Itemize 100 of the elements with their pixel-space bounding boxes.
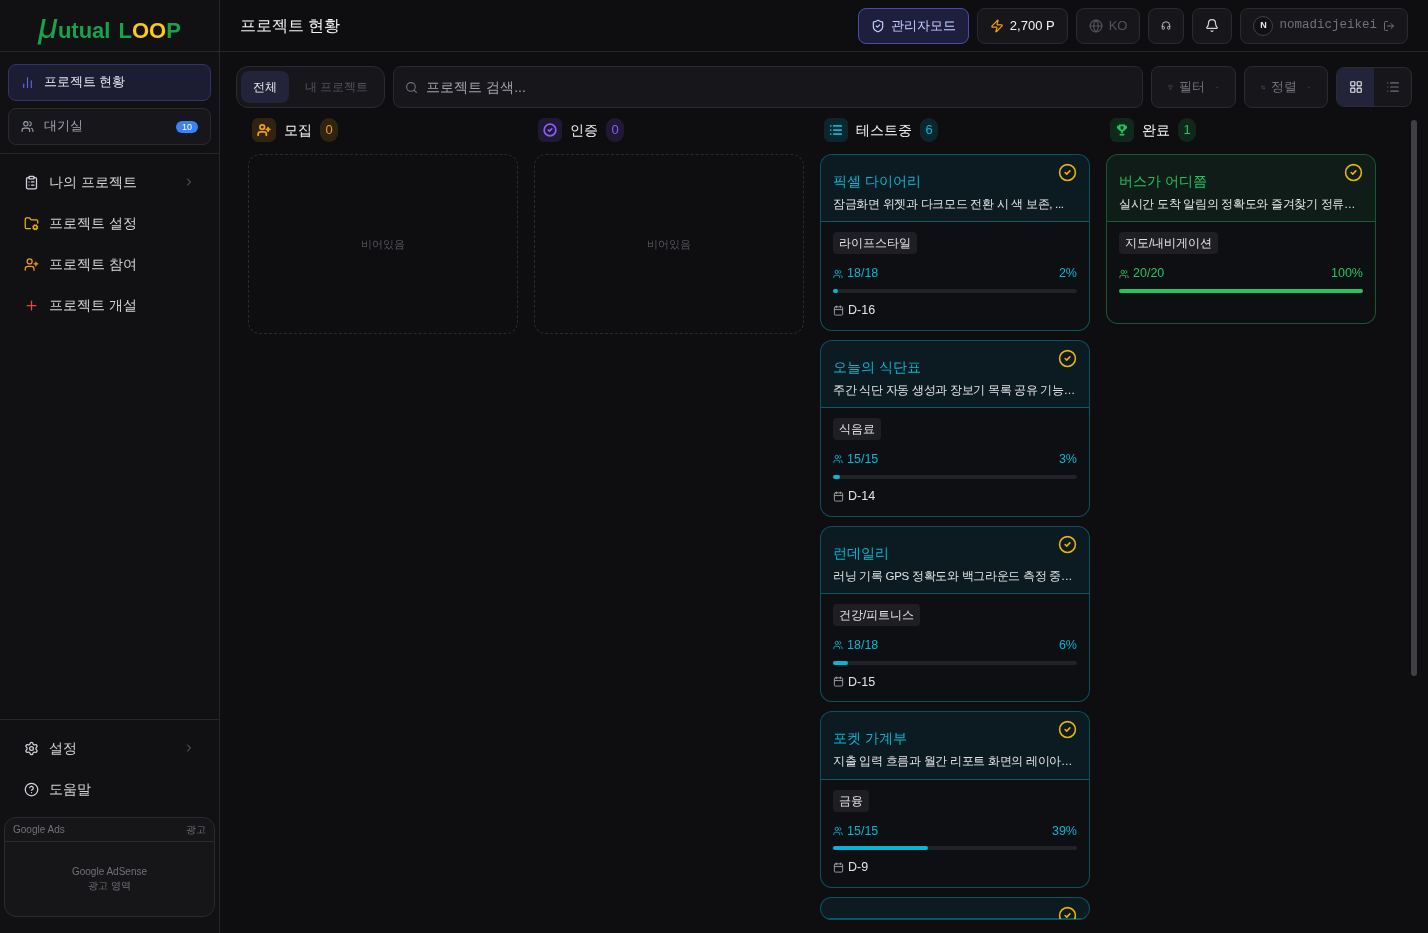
column-title: 모집 bbox=[284, 120, 312, 140]
bell-icon bbox=[1205, 18, 1220, 33]
project-card[interactable]: 버스가 어디쯤 실시간 도착 알림의 정확도와 즐겨찾기 정류… 지도/내비게이션 20/20 100% bbox=[1106, 154, 1376, 324]
user-plus-icon bbox=[24, 256, 39, 272]
sidebar-item[interactable]: 프로젝트 개설 bbox=[8, 285, 211, 325]
calendar-icon bbox=[833, 304, 844, 316]
calendar-icon bbox=[833, 676, 844, 688]
sidebar-item[interactable]: 프로젝트 설정 bbox=[8, 203, 211, 243]
deadline: D-16 bbox=[848, 302, 876, 319]
sidebar-tab[interactable]: 대기실 10 bbox=[8, 108, 211, 145]
card-description: 지출 입력 흐름과 월간 리포트 화면의 레이아… bbox=[833, 754, 1074, 770]
project-card[interactable]: 포켓 가계부 지출 입력 흐름과 월간 리포트 화면의 레이아… 금융 15/15 39% D-9 bbox=[820, 711, 1090, 888]
lightning-icon bbox=[989, 18, 1004, 33]
category-tag: 지도/내비게이션 bbox=[1119, 232, 1219, 255]
grid-view-button[interactable] bbox=[1337, 68, 1374, 106]
users-icon bbox=[833, 825, 843, 836]
card-description: 잠금화면 위젯과 다크모드 전환 시 색 보존, ... bbox=[833, 197, 1065, 212]
sidebar-item[interactable]: 설정 bbox=[8, 728, 211, 768]
user-menu[interactable]: N nomadicjeikei bbox=[1240, 7, 1408, 44]
count-badge: 0 bbox=[606, 118, 624, 142]
progress-percent: 3% bbox=[1058, 451, 1077, 468]
user-name: nomadicjeikei bbox=[1279, 17, 1377, 35]
sidebar-label: 프로젝트 설정 bbox=[49, 213, 138, 233]
category-tag: 건강/피트니스 bbox=[833, 603, 921, 626]
user-avatar: N bbox=[1253, 15, 1274, 36]
project-card[interactable]: 런데일리 러닝 기록 GPS 정확도와 백그라운드 측정 중… 건강/피트니스 18/18 6% D-15 bbox=[820, 525, 1090, 703]
support-button[interactable] bbox=[1148, 7, 1185, 44]
card-title: 포켓 가계부 bbox=[833, 729, 908, 749]
category-tag: 금융 bbox=[833, 789, 869, 812]
ad-title: Google Ads bbox=[13, 823, 65, 837]
page-title: 프로젝트 현황 bbox=[240, 15, 342, 36]
sidebar-item[interactable]: 나의 프로젝트 bbox=[8, 162, 211, 202]
shield-icon bbox=[870, 18, 885, 33]
empty-text: 비어있음 bbox=[647, 236, 691, 252]
admin-mode-button[interactable]: 관리자모드 bbox=[857, 7, 969, 44]
participant-count: 15/15 bbox=[847, 451, 880, 468]
column-title: 인증 bbox=[570, 120, 598, 140]
count-badge: 0 bbox=[320, 118, 338, 142]
project-card[interactable]: 오늘의 식단표 주간 식단 자동 생성과 장보기 목록 공유 기능… 식음료 15/15 3% D-14 bbox=[820, 339, 1090, 517]
plus-icon bbox=[24, 297, 39, 313]
grid-icon bbox=[1348, 80, 1363, 94]
users-icon bbox=[833, 640, 843, 651]
ad-placeholder-text: 광고 영역 bbox=[88, 879, 131, 893]
users-icon bbox=[833, 454, 843, 465]
sidebar-label: 프로젝트 참여 bbox=[49, 254, 138, 274]
sidebar-tab[interactable]: 프로젝트 현황 bbox=[8, 64, 211, 101]
participant-count: 15/15 bbox=[847, 822, 880, 840]
points-button[interactable]: 2,700 P bbox=[976, 7, 1068, 44]
project-card[interactable] bbox=[820, 897, 1090, 920]
column-title: 완료 bbox=[1142, 120, 1170, 140]
participant-count: 18/18 bbox=[847, 636, 880, 654]
users-icon bbox=[1119, 268, 1129, 279]
progress-percent: 39% bbox=[1051, 822, 1077, 840]
card-title: 버스가 어디쯤 bbox=[1119, 172, 1208, 191]
search-field[interactable]: 프로젝트 검색... bbox=[393, 66, 1143, 108]
logout-icon[interactable] bbox=[1383, 19, 1395, 32]
deadline: D-9 bbox=[848, 859, 869, 877]
sort-button[interactable]: 정렬 bbox=[1244, 66, 1328, 108]
ad-placeholder-text: Google AdSense bbox=[71, 865, 148, 879]
card-description: 실시간 도착 알림의 정확도와 즐겨찾기 정류… bbox=[1119, 197, 1357, 212]
sidebar-label: 설정 bbox=[49, 738, 78, 758]
count-badge: 1 bbox=[1178, 118, 1196, 142]
folder-gear-icon bbox=[24, 215, 39, 231]
project-card[interactable]: 픽셀 다이어리 잠금화면 위젯과 다크모드 전환 시 색 보존, ... 라이프스타일 18/18 2% D-16 bbox=[820, 154, 1090, 331]
help-icon bbox=[24, 781, 39, 797]
card-description: 주간 식단 자동 생성과 장보기 목록 공유 기능… bbox=[833, 382, 1077, 398]
card-description: 러닝 기록 GPS 정확도와 백그라운드 측정 중… bbox=[833, 568, 1074, 584]
participant-count: 20/20 bbox=[1133, 265, 1166, 283]
sidebar-label: 나의 프로젝트 bbox=[49, 172, 138, 192]
card-title: 픽셀 다이어리 bbox=[833, 172, 922, 191]
sidebar-item[interactable]: 도움말 bbox=[8, 769, 211, 809]
filter-button[interactable]: 필터 bbox=[1151, 66, 1236, 108]
users-icon bbox=[833, 268, 843, 279]
sidebar-label: 도움말 bbox=[49, 779, 92, 799]
logo[interactable]: μutual LOOP bbox=[38, 7, 181, 44]
sidebar-label: 프로젝트 현황 bbox=[44, 74, 127, 92]
sidebar-label: 대기실 bbox=[44, 118, 84, 136]
card-title: 오늘의 식단표 bbox=[833, 357, 922, 377]
progress-percent: 2% bbox=[1058, 265, 1077, 283]
participant-count: 18/18 bbox=[847, 265, 880, 283]
ad-tag: 광고 bbox=[186, 822, 206, 837]
scrollbar[interactable] bbox=[1411, 120, 1417, 676]
empty-text: 비어있음 bbox=[361, 236, 405, 252]
category-tag: 라이프스타일 bbox=[833, 232, 917, 255]
card-title: 런데일리 bbox=[833, 543, 890, 563]
clipboard-icon bbox=[24, 174, 39, 190]
calendar-icon bbox=[833, 862, 844, 874]
filter-tab[interactable]: 전체 bbox=[241, 71, 289, 103]
globe-icon bbox=[1088, 18, 1103, 33]
column-title: 테스트중 bbox=[856, 120, 912, 140]
settings-icon bbox=[24, 740, 39, 756]
count-badge: 6 bbox=[920, 118, 938, 142]
bar-chart-icon bbox=[21, 76, 34, 89]
category-tag: 식음료 bbox=[833, 418, 881, 440]
sidebar-item[interactable]: 프로젝트 참여 bbox=[8, 244, 211, 284]
deadline: D-14 bbox=[848, 487, 876, 505]
notifications-button[interactable] bbox=[1192, 7, 1233, 44]
deadline: D-15 bbox=[848, 673, 876, 691]
progress-percent: 100% bbox=[1331, 265, 1363, 283]
progress-percent: 6% bbox=[1058, 636, 1077, 654]
